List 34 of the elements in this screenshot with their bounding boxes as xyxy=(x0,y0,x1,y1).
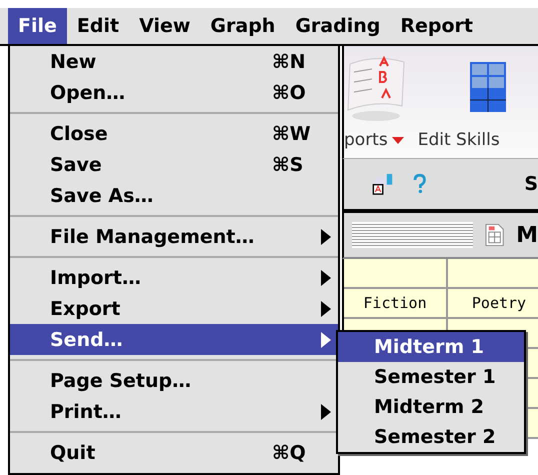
menu-item[interactable]: Semester 2 xyxy=(338,422,524,452)
menu-title[interactable]: Graph xyxy=(200,8,286,44)
menu-title[interactable]: View xyxy=(129,8,200,44)
toolbar-button[interactable]: ports xyxy=(344,130,404,150)
drag-handle[interactable] xyxy=(352,222,473,248)
menu-item[interactable]: Close ⌘W xyxy=(10,118,338,149)
shortcut-label: ⌘O xyxy=(272,82,306,104)
menu-title[interactable]: Grading xyxy=(285,8,390,44)
menu-item[interactable]: Import… xyxy=(10,262,338,293)
sheet-title: M xyxy=(516,222,538,248)
toolbar-title: S xyxy=(524,173,538,195)
shortcut-label: ⌘Q xyxy=(272,442,306,464)
menu-item[interactable]: New ⌘N xyxy=(10,46,338,77)
menu-item[interactable]: Page Setup… xyxy=(10,365,338,396)
menu-item[interactable]: Open… ⌘O xyxy=(10,77,338,108)
menu-item[interactable]: Send… xyxy=(10,324,338,355)
menu-title[interactable]: Report xyxy=(390,8,483,44)
menu-item[interactable]: Save As… xyxy=(10,180,338,211)
menu-item[interactable]: Save ⌘S xyxy=(10,149,338,180)
menu-title[interactable]: File xyxy=(8,8,67,44)
spreadsheet-icon xyxy=(484,222,504,248)
menu-item[interactable]: Midterm 1 xyxy=(338,332,524,362)
shortcut-label: ⌘S xyxy=(272,154,304,176)
column-header: Fiction xyxy=(344,289,448,319)
shortcut-label: ⌘N xyxy=(272,50,306,72)
menu-item[interactable]: Midterm 2 xyxy=(338,392,524,422)
column-header: Poetry xyxy=(448,289,538,319)
menu-item[interactable]: Semester 1 xyxy=(338,362,524,392)
grade-sheet-icon[interactable] xyxy=(346,54,406,124)
menu-item[interactable]: File Management… xyxy=(10,221,338,252)
menu-item[interactable]: Quit ⌘Q xyxy=(10,437,338,468)
menu-title[interactable]: Edit xyxy=(66,8,130,44)
shortcut-label: ⌘W xyxy=(272,122,311,144)
toolbar-button[interactable]: Edit Skills xyxy=(418,130,500,150)
